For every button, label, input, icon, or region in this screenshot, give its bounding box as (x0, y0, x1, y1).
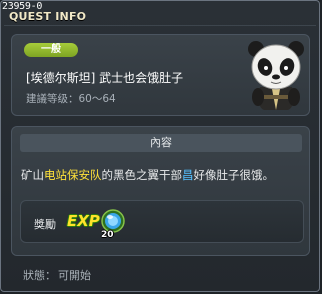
window-title: QUEST INFO (9, 10, 87, 23)
category-badge: 一般 (24, 43, 78, 57)
desc-highlight-npc: 昌 (182, 168, 194, 182)
quest-summary-panel: 一般 [埃德尔斯坦] 武士也会饿肚子 建議等级：60～64 (11, 34, 310, 116)
desc-highlight-npc-group: 电站保安队 (44, 168, 102, 182)
reward-panel: 獎勵 EXP 20 (20, 200, 304, 243)
desc-middle: 的黑色之翼干部 (101, 168, 183, 182)
exp-icon: EXP (67, 212, 100, 230)
quest-name: [埃德尔斯坦] 武士也会饿肚子 (26, 71, 184, 85)
level-requirement: 建議等级：60～64 (26, 93, 116, 105)
quest-description: 矿山电站保安队的黑色之翼干部昌好像肚子很饿。 (21, 167, 274, 183)
quest-info-window: 23959-0 QUEST INFO 一般 [埃德尔斯坦] 武士也会饿肚子 建議… (0, 0, 320, 292)
item-quantity: 20 (101, 230, 114, 240)
desc-prefix: 矿山 (21, 168, 44, 182)
status-value: 可開始 (58, 269, 91, 282)
status-label: 狀態： (23, 269, 56, 282)
desc-suffix: 好像肚子很饿。 (193, 168, 275, 182)
title-divider (4, 25, 316, 26)
content-header: 內容 (20, 134, 302, 152)
reward-label: 獎勵 (34, 218, 56, 231)
panda-samurai-npc-icon (248, 41, 304, 110)
